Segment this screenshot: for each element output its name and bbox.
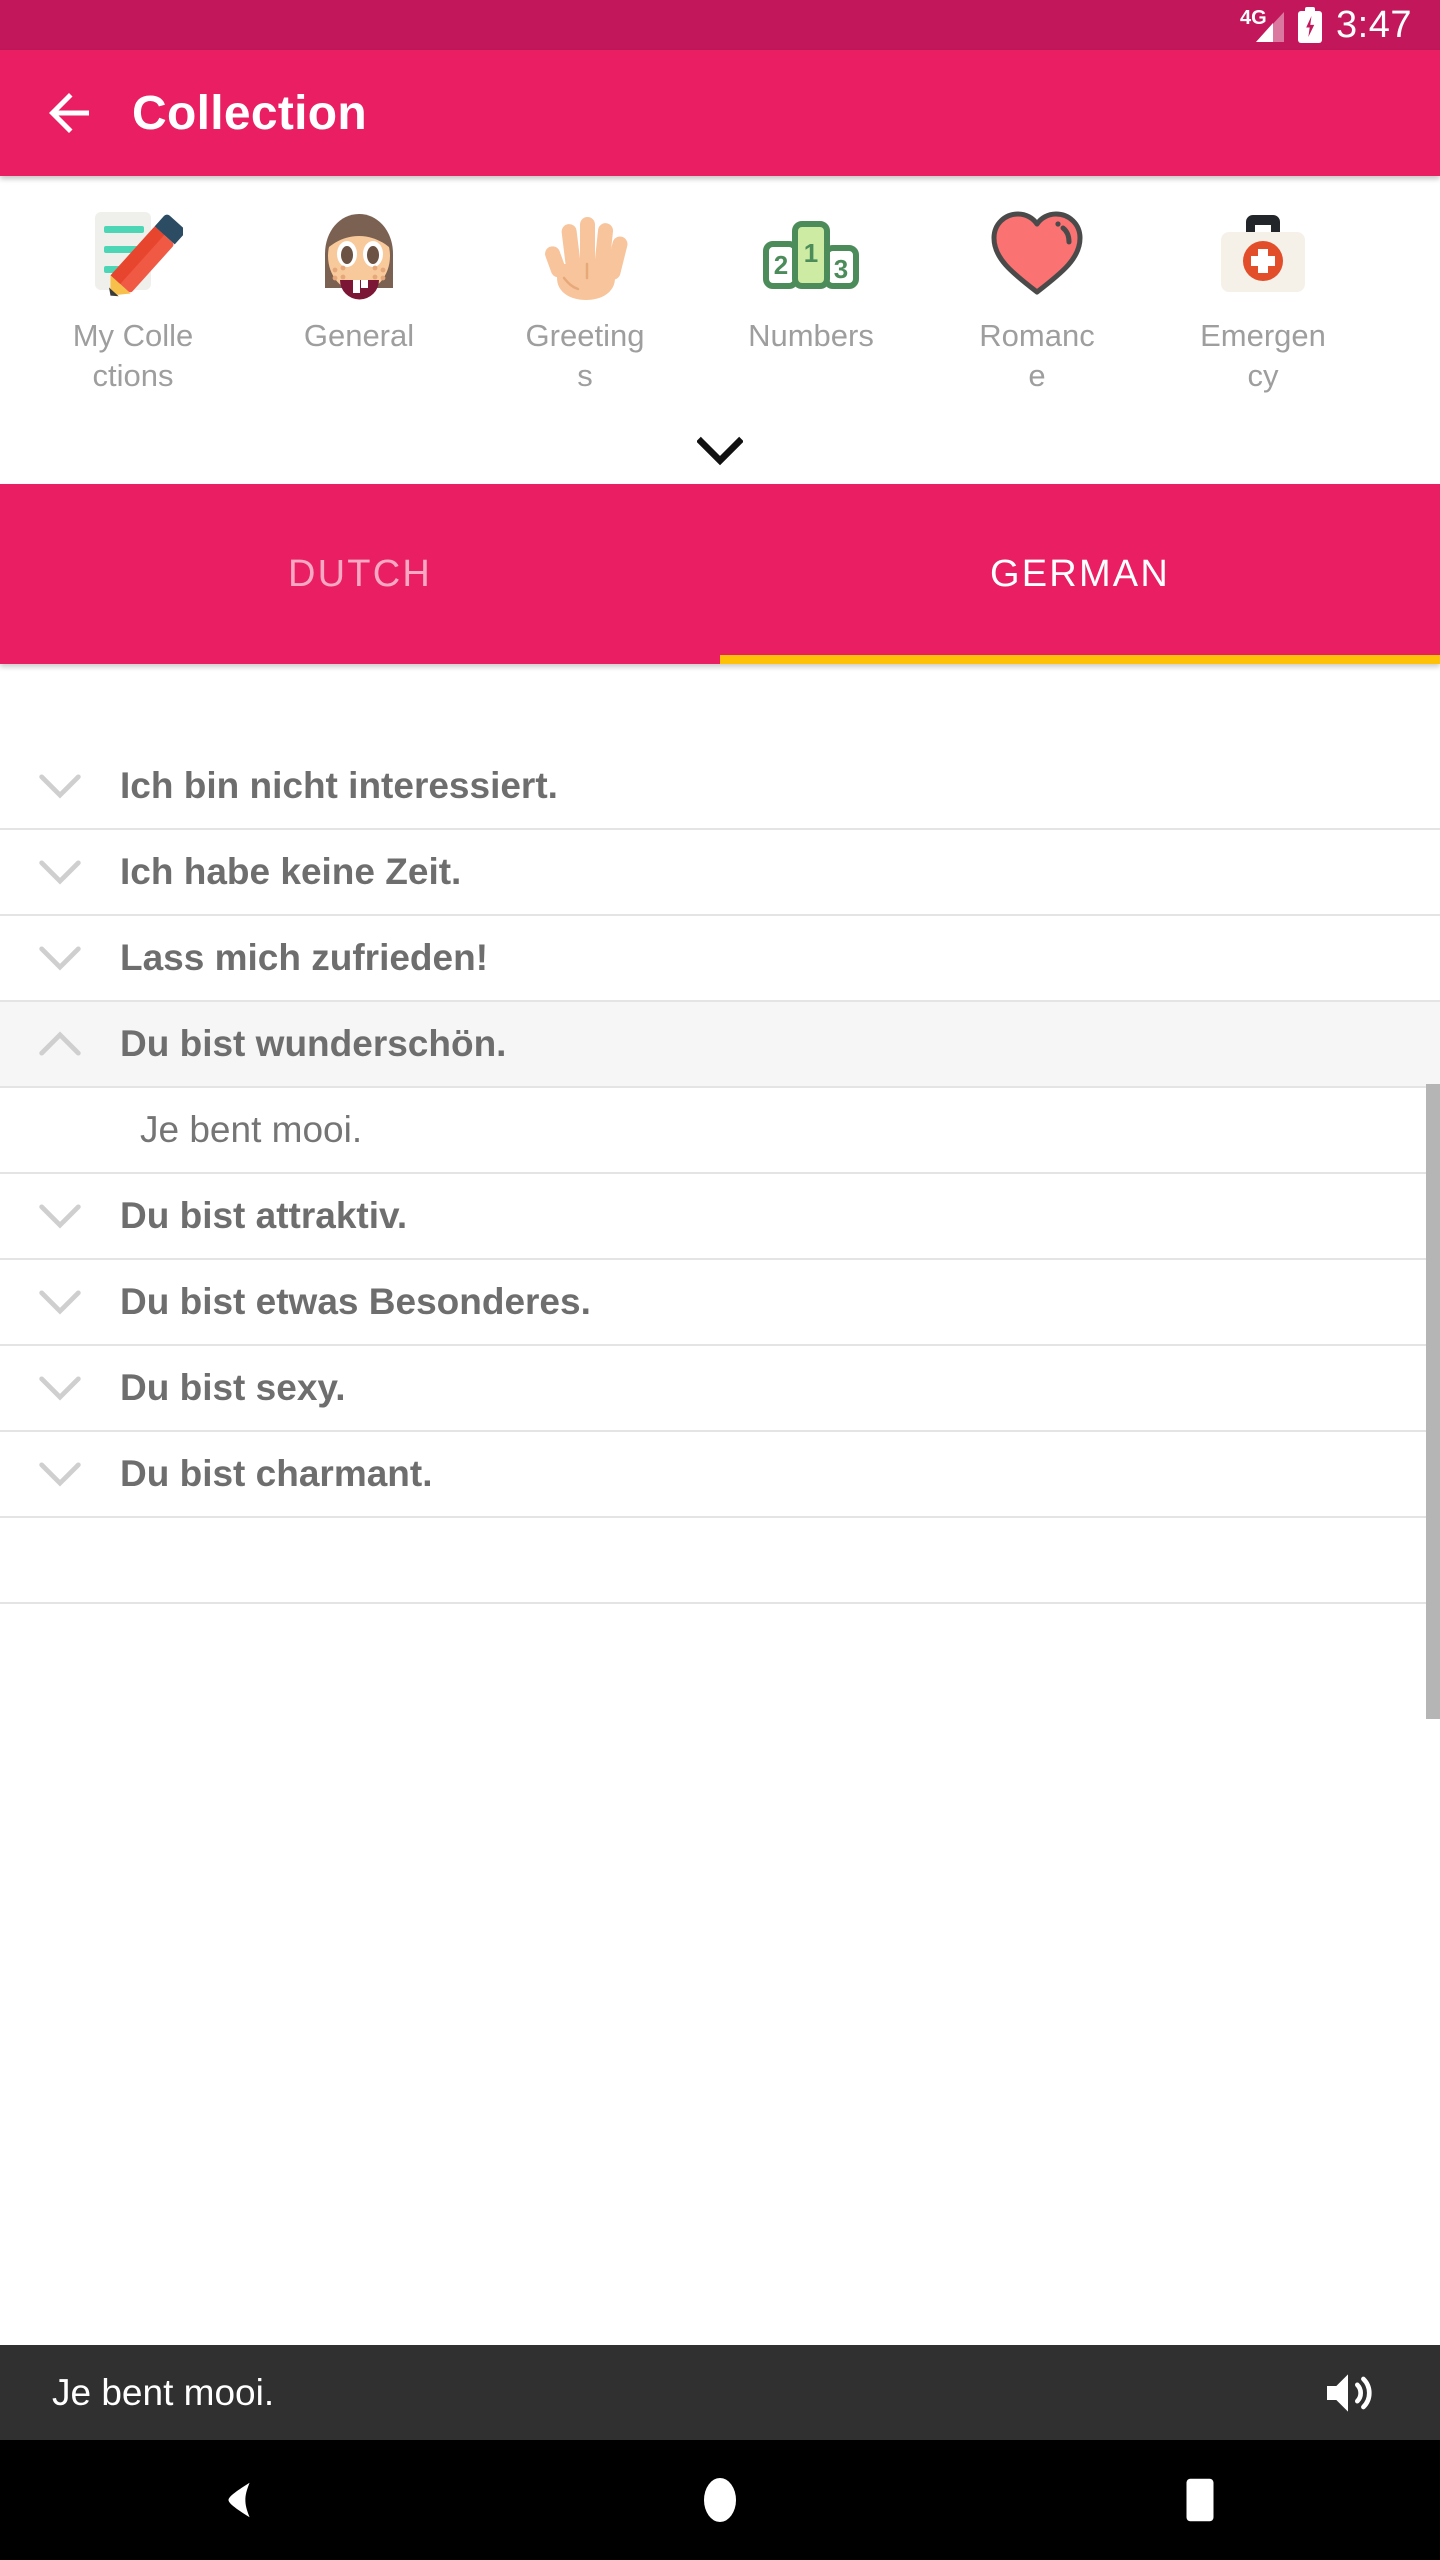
chevron-down-icon[interactable] [0, 1461, 120, 1487]
expand-categories-button[interactable] [0, 426, 1440, 476]
heart-icon [962, 198, 1112, 306]
category-item-general[interactable]: General [246, 198, 472, 356]
chevron-down-icon[interactable] [0, 1375, 120, 1401]
phrase-text: Du bist sexy. [120, 1367, 346, 1408]
chevron-down-icon [697, 436, 743, 466]
phrase-text: Ich bin nicht interessiert. [120, 765, 558, 806]
chevron-down-icon[interactable] [0, 1203, 120, 1229]
podium-123-icon: 2 1 3 [736, 198, 886, 306]
category-label: My Collections [72, 318, 194, 393]
svg-text:3: 3 [834, 254, 848, 284]
category-item-greetings[interactable]: Greetings [472, 198, 698, 395]
tab-dutch[interactable]: DUTCH [0, 484, 720, 664]
category-strip: My Collections General Greetings 2 1 3 N… [0, 176, 1440, 484]
phrase-text: Du bist etwas Besonderes. [120, 1281, 591, 1322]
phrase-text: Lass mich zufrieden! [120, 937, 489, 978]
speaker-volume-icon[interactable] [1308, 2353, 1388, 2433]
memo-pencil-icon [58, 198, 208, 306]
phrase-text: Du bist wunderschön. [120, 1023, 507, 1064]
category-item-emergency[interactable]: Emergency [1150, 198, 1376, 395]
phrase-row[interactable] [0, 1518, 1440, 1604]
category-label: General [303, 318, 415, 353]
first-aid-kit-icon [1188, 198, 1338, 306]
player-phrase-text: Je bent mooi. [52, 2371, 275, 2413]
language-tab-bar: DUTCH GERMAN [0, 484, 1440, 664]
category-label: Numbers [748, 318, 874, 353]
category-label: Romance [979, 318, 1095, 393]
translation-text: Je bent mooi. [140, 1109, 363, 1150]
nav-recents-button[interactable] [1130, 2440, 1270, 2560]
category-label: Greetings [525, 318, 645, 393]
phrase-row[interactable]: Du bist charmant. [0, 1432, 1440, 1518]
chevron-up-icon[interactable] [0, 1031, 120, 1057]
phrase-text: Du bist attraktiv. [120, 1195, 408, 1236]
clock-label: 3:47 [1336, 3, 1412, 46]
svg-text:1: 1 [804, 238, 818, 268]
page-title: Collection [132, 86, 368, 140]
chevron-down-icon[interactable] [0, 945, 120, 971]
status-bar: 4G 3:47 [0, 0, 1440, 50]
back-button[interactable] [14, 58, 124, 168]
battery-charging-icon [1298, 7, 1323, 43]
nav-recents-square-icon [1186, 2478, 1214, 2522]
nav-back-triangle-icon [228, 2482, 250, 2518]
phrase-translation-row[interactable]: Je bent mooi. [0, 1088, 1440, 1174]
phrase-list[interactable]: Ich bin nicht interessiert. Ich habe kei… [0, 744, 1440, 2345]
nav-back-button[interactable] [170, 2440, 310, 2560]
chevron-down-icon[interactable] [0, 773, 120, 799]
back-arrow-icon [49, 93, 89, 133]
nav-home-button[interactable] [650, 2440, 790, 2560]
chevron-down-icon[interactable] [0, 1289, 120, 1315]
phrase-row[interactable]: Du bist attraktiv. [0, 1174, 1440, 1260]
category-item-my-collections[interactable]: My Collections [20, 198, 246, 395]
audio-player-bar: Je bent mooi. [0, 2345, 1440, 2440]
face-emoji-icon [284, 198, 434, 306]
list-scrollbar[interactable] [1426, 744, 1440, 2345]
phrase-text: Ich habe keine Zeit. [120, 851, 462, 892]
tab-german[interactable]: GERMAN [720, 484, 1440, 664]
phrase-text: Du bist charmant. [120, 1453, 433, 1494]
raised-hand-icon [510, 198, 660, 306]
phrase-row-expanded[interactable]: Du bist wunderschön. [0, 1002, 1440, 1088]
phrase-row[interactable]: Ich bin nicht interessiert. [0, 744, 1440, 830]
scrollbar-thumb[interactable] [1426, 1084, 1440, 1719]
category-item-numbers[interactable]: 2 1 3 Numbers [698, 198, 924, 356]
category-item-romance[interactable]: Romance [924, 198, 1150, 395]
chevron-down-icon[interactable] [0, 859, 120, 885]
phrase-row[interactable]: Lass mich zufrieden! [0, 916, 1440, 1002]
app-bar: Collection [0, 50, 1440, 176]
category-row: My Collections General Greetings 2 1 3 N… [0, 198, 1440, 395]
system-nav-bar [0, 2440, 1440, 2560]
svg-text:2: 2 [774, 250, 788, 280]
phrase-row[interactable]: Du bist sexy. [0, 1346, 1440, 1432]
signal-4g-icon: 4G [1240, 8, 1285, 42]
category-label: Emergency [1200, 318, 1326, 393]
nav-home-circle-icon [704, 2478, 736, 2522]
phrase-row[interactable]: Ich habe keine Zeit. [0, 830, 1440, 916]
phrase-row[interactable]: Du bist etwas Besonderes. [0, 1260, 1440, 1346]
